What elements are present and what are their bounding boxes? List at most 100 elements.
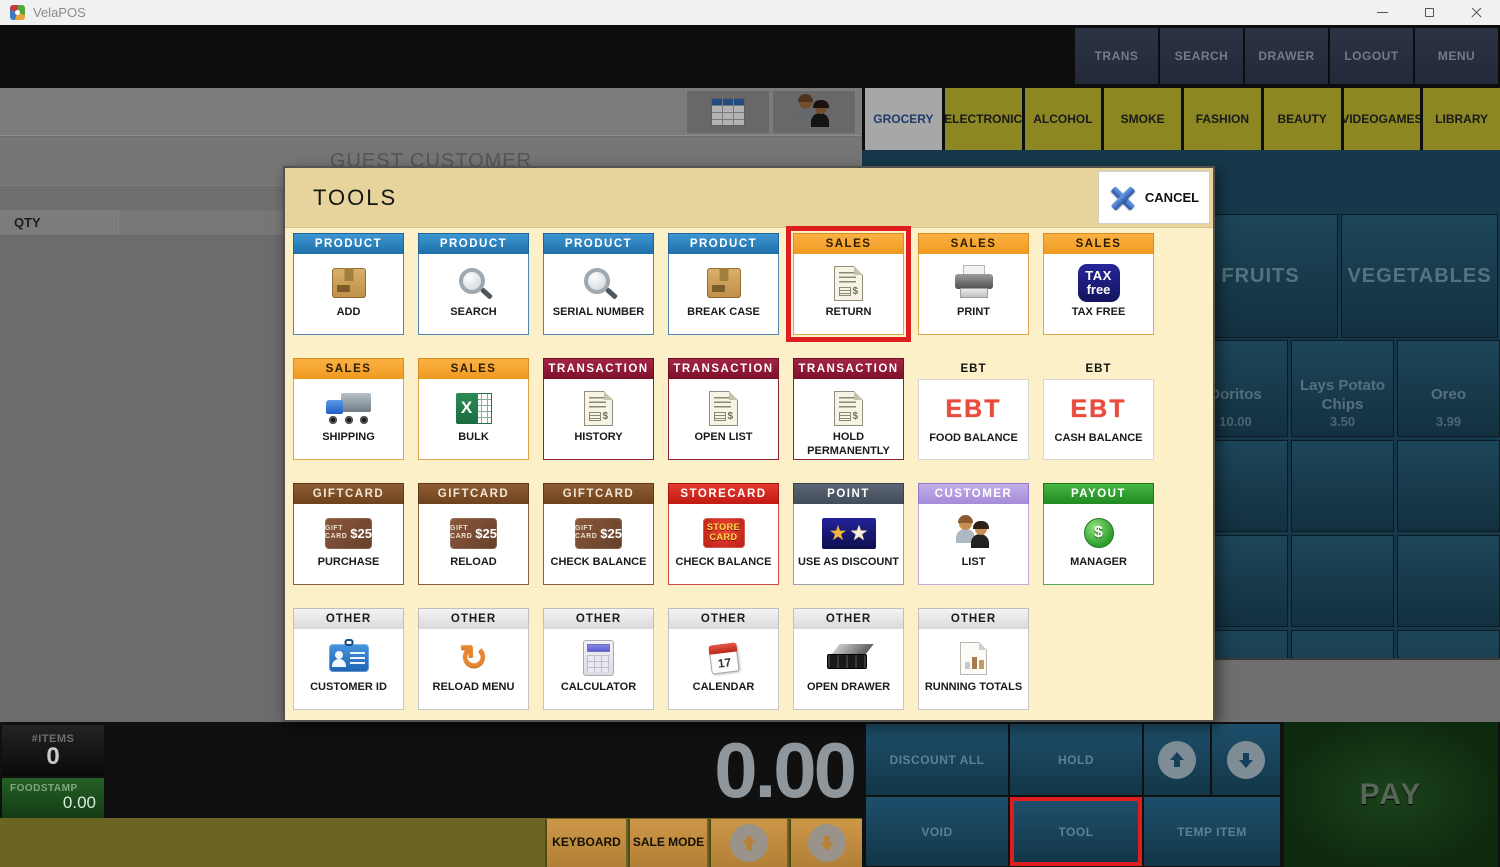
tab-beauty[interactable]: BEAUTY: [1264, 88, 1341, 150]
stars-icon: ★★: [822, 511, 876, 555]
customer-select-button[interactable]: [772, 90, 856, 134]
tool-label: HISTORY: [572, 431, 624, 445]
tool-print[interactable]: SALESPRINT: [918, 233, 1029, 335]
maximize-button[interactable]: [1406, 0, 1453, 25]
tab-electronic[interactable]: ELECTRONIC: [945, 88, 1022, 150]
discount-all-button[interactable]: DISCOUNT ALL: [866, 724, 1008, 795]
arrow-down-icon: [1227, 741, 1265, 779]
customers-icon: [796, 95, 832, 129]
tool-break-case[interactable]: PRODUCT BREAK CASE: [668, 233, 779, 335]
tool-add[interactable]: PRODUCTADD: [293, 233, 404, 335]
customers-icon: [956, 511, 992, 555]
tool-category-label: PRODUCT: [543, 233, 654, 254]
product-oreo[interactable]: Oreo 3.99: [1397, 340, 1500, 437]
tool-purchase[interactable]: GIFTCARDGIFTCARD$25PURCHASE: [293, 483, 404, 585]
dollar-icon: $: [1084, 511, 1114, 555]
group-vegetables-button[interactable]: VEGETABLES: [1341, 214, 1498, 338]
tool-label: PURCHASE: [316, 556, 382, 570]
tool-manager[interactable]: PAYOUT$MANAGER: [1043, 483, 1154, 585]
tool-label: CUSTOMER ID: [308, 681, 389, 695]
tool-label: BREAK CASE: [685, 306, 762, 320]
tool-reload-menu[interactable]: OTHER↻RELOAD MENU: [418, 608, 529, 710]
tool-label: LIST: [960, 556, 988, 570]
list-down-button[interactable]: [1212, 724, 1280, 795]
order-toolbar: [0, 88, 862, 136]
tool-hold-permanently[interactable]: TRANSACTION $HOLD PERMANENTLY: [793, 358, 904, 460]
minimize-button[interactable]: [1359, 0, 1406, 25]
tab-fashion[interactable]: FASHION: [1184, 88, 1261, 150]
tool-return[interactable]: SALES$RETURN: [793, 233, 904, 335]
tool-category-label: PRODUCT: [668, 233, 779, 254]
tool-label: CHECK BALANCE: [674, 556, 774, 570]
gift-card-icon: GIFTCARD$25: [575, 511, 622, 555]
tab-grocery[interactable]: GROCERY: [865, 88, 942, 150]
tool-label: USE AS DISCOUNT: [796, 556, 901, 570]
tool-label: HOLD PERMANENTLY: [794, 431, 903, 459]
sale-mode-button[interactable]: SALE MODE: [628, 819, 707, 867]
tool-category-label: TRANSACTION: [793, 358, 904, 379]
tab-videogames[interactable]: VIDEOGAMES: [1344, 88, 1421, 150]
temp-item-button[interactable]: TEMP ITEM: [1144, 797, 1280, 866]
tool-open-list[interactable]: TRANSACTION$OPEN LIST: [668, 358, 779, 460]
grid-view-button[interactable]: [686, 90, 770, 134]
magnifier-icon: [581, 261, 617, 305]
tab-smoke[interactable]: SMOKE: [1104, 88, 1181, 150]
nav-search-button[interactable]: SEARCH: [1160, 28, 1243, 84]
void-button[interactable]: VOID: [866, 797, 1008, 866]
ebt-icon: EBT: [1071, 387, 1127, 431]
tool-use-as-discount[interactable]: POINT★★USE AS DISCOUNT: [793, 483, 904, 585]
modal-title: TOOLS: [313, 185, 397, 211]
tool-label: RETURN: [824, 306, 874, 320]
tab-library[interactable]: LIBRARY: [1423, 88, 1500, 150]
tool-category-label: OTHER: [293, 608, 404, 629]
tool-list[interactable]: CUSTOMERLIST: [918, 483, 1029, 585]
hold-button[interactable]: HOLD: [1010, 724, 1142, 795]
scroll-up-button[interactable]: [709, 819, 787, 867]
tool-calendar[interactable]: OTHER17CALENDAR: [668, 608, 779, 710]
tool-reload[interactable]: GIFTCARDGIFTCARD$25RELOAD: [418, 483, 529, 585]
scroll-down-button[interactable]: [789, 819, 862, 867]
items-value: 0: [46, 745, 59, 769]
tool-tax-free[interactable]: SALESTAXfreeTAX FREE: [1043, 233, 1154, 335]
tool-category-label: GIFTCARD: [418, 483, 529, 504]
tool-label: ADD: [335, 306, 363, 320]
invoice-icon: $: [834, 386, 863, 430]
tool-button[interactable]: TOOL: [1010, 797, 1142, 866]
tool-shipping[interactable]: SALESSHIPPING: [293, 358, 404, 460]
tool-history[interactable]: TRANSACTION$HISTORY: [543, 358, 654, 460]
tool-food-balance[interactable]: EBTEBTFOOD BALANCE: [918, 358, 1029, 460]
tool-category-label: EBT: [918, 358, 1029, 379]
tool-cash-balance[interactable]: EBTEBTCASH BALANCE: [1043, 358, 1154, 460]
tool-open-drawer[interactable]: OTHEROPEN DRAWER: [793, 608, 904, 710]
pay-button[interactable]: PAY: [1284, 722, 1498, 867]
nav-drawer-button[interactable]: DRAWER: [1245, 28, 1328, 84]
tool-category-label: SALES: [418, 358, 529, 379]
tool-running-totals[interactable]: OTHERRUNNING TOTALS: [918, 608, 1029, 710]
tool-check-balance[interactable]: STORECARDSTORECARDCHECK BALANCE: [668, 483, 779, 585]
invoice-icon: $: [834, 261, 863, 305]
tool-label: SHIPPING: [320, 431, 377, 445]
product-lays-potato-chips[interactable]: Lays Potato Chips 3.50: [1291, 340, 1394, 437]
close-button[interactable]: [1453, 0, 1500, 25]
tool-calculator[interactable]: OTHERCALCULATOR: [543, 608, 654, 710]
tool-customer-id[interactable]: OTHER CUSTOMER ID: [293, 608, 404, 710]
tool-label: CALCULATOR: [559, 681, 638, 695]
tool-bulk[interactable]: SALESXBULK: [418, 358, 529, 460]
keyboard-button[interactable]: KEYBOARD: [545, 819, 626, 867]
cancel-button[interactable]: CANCEL: [1098, 171, 1210, 224]
tool-category-label: TRANSACTION: [668, 358, 779, 379]
tool-serial-number[interactable]: PRODUCTSERIAL NUMBER: [543, 233, 654, 335]
nav-menu-button[interactable]: MENU: [1415, 28, 1498, 84]
nav-logout-button[interactable]: LOGOUT: [1330, 28, 1413, 84]
tool-search[interactable]: PRODUCTSEARCH: [418, 233, 529, 335]
tool-label: CHECK BALANCE: [549, 556, 649, 570]
tool-category-label: GIFTCARD: [293, 483, 404, 504]
tool-label: CALENDAR: [691, 681, 757, 695]
tool-check-balance[interactable]: GIFTCARDGIFTCARD$25CHECK BALANCE: [543, 483, 654, 585]
tool-label: SEARCH: [448, 306, 498, 320]
category-tabs: GROCERY ELECTRONIC ALCOHOL SMOKE FASHION…: [862, 88, 1500, 150]
nav-trans-button[interactable]: TRANS: [1075, 28, 1158, 84]
list-up-button[interactable]: [1144, 724, 1210, 795]
gift-card-icon: GIFTCARD$25: [450, 511, 497, 555]
tab-alcohol[interactable]: ALCOHOL: [1025, 88, 1102, 150]
